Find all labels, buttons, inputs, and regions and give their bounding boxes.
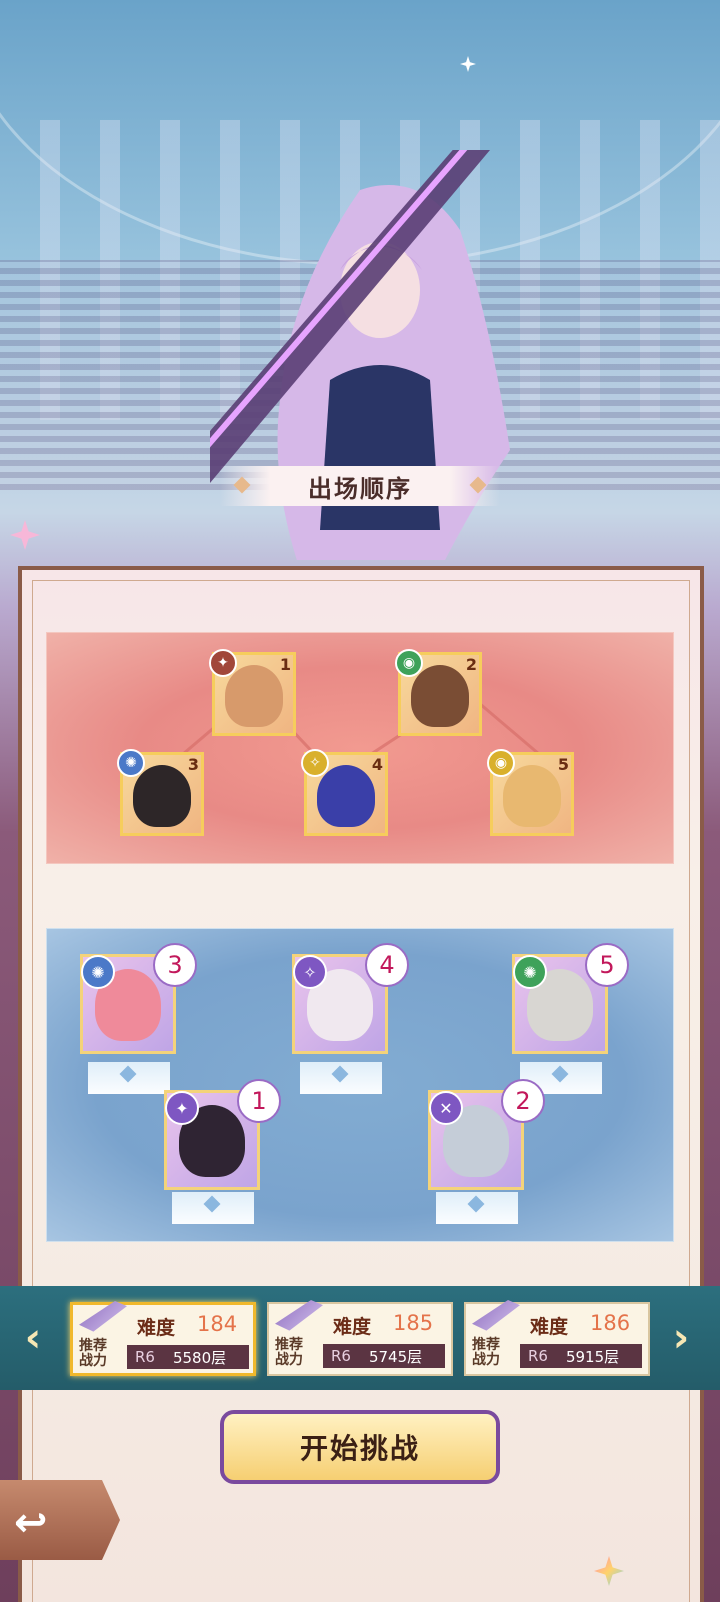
next-stage-arrow-icon[interactable]: › [666, 1310, 696, 1366]
hero-slot-number: 1 [279, 655, 291, 674]
power-bar: R6 5745层 [323, 1344, 445, 1368]
hero-slot-number: 5 [557, 755, 569, 774]
ally-slot-pad[interactable] [436, 1192, 518, 1224]
floor-text: 5580层 [172, 1348, 227, 1367]
ally-hero-slot-5[interactable]: ✕ 2 [428, 1079, 545, 1190]
enemy-hero-1[interactable]: ✦ 1 [209, 649, 296, 736]
difficulty-label: 难度 [530, 1316, 569, 1338]
rank-text: R6 [331, 1347, 351, 1365]
mage-icon: ◉ [395, 649, 423, 677]
ally-hero-slot-4[interactable]: ✦ 1 [164, 1079, 281, 1190]
enemy-hero-3[interactable]: ✺ 3 [117, 749, 204, 836]
order-badge: 4 [365, 943, 409, 987]
power-bar: R6 5915层 [520, 1344, 642, 1368]
hero-slot-number: 3 [187, 755, 199, 774]
ranger-icon: ✦ [209, 649, 237, 677]
hero-slot-number: 2 [465, 655, 477, 674]
order-badge: 3 [153, 943, 197, 987]
recommend-power-label: 推荐 战力 [472, 1337, 500, 1368]
difficulty-label: 难度 [137, 1317, 176, 1339]
back-arrow-icon[interactable]: ↩ [14, 1500, 104, 1546]
start-challenge-button[interactable]: 开始挑战 [220, 1410, 500, 1484]
sword-icon [275, 1300, 323, 1331]
ally-slot-pad[interactable] [88, 1062, 170, 1094]
ally-hero-slot-1[interactable]: ✺ 3 [80, 943, 197, 1054]
assassin-icon: ✺ [81, 955, 115, 989]
floor-text: 5745层 [368, 1347, 423, 1366]
hero-portrait [317, 765, 375, 827]
rank-text: R6 [135, 1348, 155, 1366]
difficulty-label: 难度 [333, 1316, 372, 1338]
sword-icon [472, 1300, 520, 1331]
stage-card-185[interactable]: 推荐 战力 难度 185 R6 5745层 [267, 1300, 453, 1376]
hero-portrait [225, 665, 283, 727]
sparkle-icon [10, 520, 40, 550]
difficulty-value: 186 [590, 1311, 631, 1335]
order-badge: 2 [501, 1079, 545, 1123]
assassin-icon: ✺ [513, 955, 547, 989]
enemy-hero-4[interactable]: ✧ 4 [301, 749, 388, 836]
order-badge: 1 [237, 1079, 281, 1123]
hero-portrait [503, 765, 561, 827]
recommend-power-label: 推荐 战力 [275, 1337, 303, 1368]
difficulty-value: 184 [197, 1312, 238, 1336]
power-bar: R6 5580层 [127, 1345, 249, 1369]
difficulty-value: 185 [393, 1311, 434, 1335]
ally-hero-slot-2[interactable]: ✧ 4 [292, 943, 409, 1054]
banner-diamond-icon [469, 476, 487, 494]
sword-icon [79, 1301, 127, 1332]
ally-hero-slot-3[interactable]: ✺ 5 [512, 943, 629, 1054]
banner-diamond-icon [233, 476, 251, 494]
order-badge: 5 [585, 943, 629, 987]
hero-portrait [133, 765, 191, 827]
ranger-icon: ✦ [165, 1091, 199, 1125]
cleric-icon: ✧ [301, 749, 329, 777]
prev-stage-arrow-icon[interactable]: ‹ [18, 1310, 48, 1366]
hero-portrait [411, 665, 469, 727]
page-title: 出场顺序 [308, 473, 412, 503]
stage-card-184[interactable]: 推荐 战力 难度 184 R6 5580层 [70, 1301, 256, 1376]
stage-card-186[interactable]: 推荐 战力 难度 186 R6 5915层 [464, 1300, 650, 1376]
title-banner: 出场顺序 [220, 466, 500, 506]
mage-icon: ◉ [487, 749, 515, 777]
hero-slot-number: 4 [371, 755, 383, 774]
ally-slot-pad[interactable] [300, 1062, 382, 1094]
floor-text: 5915层 [565, 1347, 620, 1366]
assassin-icon: ✺ [117, 749, 145, 777]
warrior-icon: ✕ [429, 1091, 463, 1125]
recommend-power-label: 推荐 战力 [79, 1338, 107, 1369]
ally-slot-pad[interactable] [172, 1192, 254, 1224]
enemy-hero-5[interactable]: ◉ 5 [487, 749, 574, 836]
cleric-icon: ✧ [293, 955, 327, 989]
enemy-hero-2[interactable]: ◉ 2 [395, 649, 482, 736]
rank-text: R6 [528, 1347, 548, 1365]
